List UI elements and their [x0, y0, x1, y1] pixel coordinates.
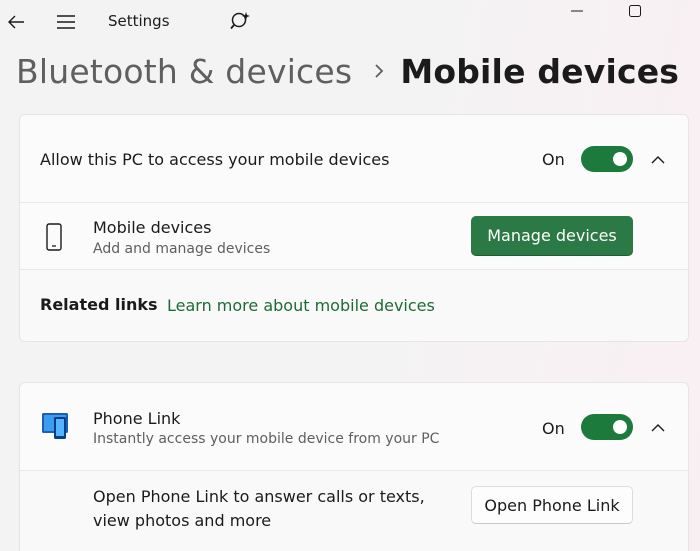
- chevron-up-icon[interactable]: [648, 417, 668, 437]
- open-phone-link-row: Open Phone Link to answer calls or texts…: [20, 471, 688, 551]
- learn-more-link[interactable]: Learn more about mobile devices: [167, 296, 435, 315]
- phone-link-row[interactable]: Phone Link Instantly access your mobile …: [20, 383, 688, 470]
- manage-devices-button[interactable]: Manage devices: [471, 216, 633, 255]
- title-bar: Settings: [0, 0, 700, 44]
- search-icon[interactable]: [228, 7, 254, 35]
- hamburger-menu-icon[interactable]: [54, 8, 78, 36]
- back-arrow-icon[interactable]: [4, 8, 28, 36]
- mobile-devices-title: Mobile devices: [93, 218, 212, 237]
- phone-link-toggle[interactable]: [581, 414, 633, 440]
- open-phone-link-description: Open Phone Link to answer calls or texts…: [93, 485, 425, 533]
- allow-access-row[interactable]: Allow this PC to access your mobile devi…: [20, 115, 688, 202]
- allow-access-toggle[interactable]: [581, 146, 633, 172]
- app-title: Settings: [108, 12, 170, 30]
- related-links-heading: Related links: [40, 295, 158, 314]
- maximize-icon[interactable]: [620, 0, 650, 22]
- open-phone-link-line-2: view photos and more: [93, 511, 272, 530]
- mobile-devices-row: Mobile devices Add and manage devices Ma…: [20, 203, 688, 269]
- breadcrumb: Bluetooth & devices Mobile devices: [16, 48, 679, 94]
- breadcrumb-parent[interactable]: Bluetooth & devices: [16, 52, 352, 91]
- allow-access-label: Allow this PC to access your mobile devi…: [40, 150, 390, 169]
- minimize-icon[interactable]: [562, 0, 592, 22]
- mobile-devices-subtitle: Add and manage devices: [93, 241, 271, 257]
- related-links-row: Related links Learn more about mobile de…: [20, 270, 688, 341]
- phone-link-app-icon: [40, 412, 72, 440]
- open-phone-link-line-1: Open Phone Link to answer calls or texts…: [93, 487, 425, 506]
- phone-link-state: On: [542, 419, 565, 438]
- phone-link-title: Phone Link: [93, 409, 181, 428]
- phone-link-card: Phone Link Instantly access your mobile …: [19, 382, 689, 551]
- mobile-devices-card: Allow this PC to access your mobile devi…: [19, 114, 689, 342]
- page-title: Mobile devices: [400, 51, 680, 91]
- phone-link-subtitle: Instantly access your mobile device from…: [93, 431, 440, 447]
- toggle-knob: [613, 152, 627, 166]
- chevron-up-icon[interactable]: [648, 149, 668, 169]
- chevron-right-icon: [374, 63, 384, 79]
- open-phone-link-button[interactable]: Open Phone Link: [471, 486, 633, 524]
- toggle-knob: [613, 420, 627, 434]
- phone-icon: [46, 223, 62, 251]
- allow-access-state: On: [542, 150, 565, 169]
